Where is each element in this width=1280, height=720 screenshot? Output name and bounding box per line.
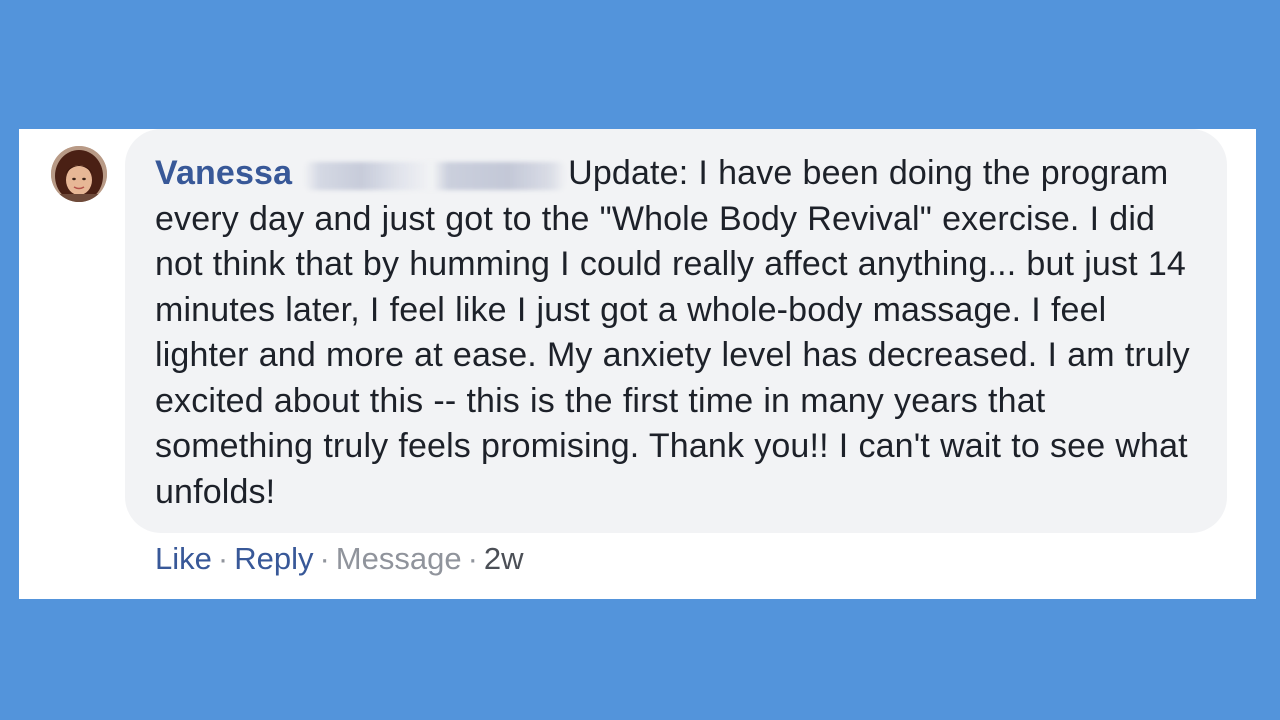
like-button[interactable]: Like <box>155 541 212 576</box>
redacted-surname <box>304 162 567 190</box>
comment-bubble: Vanessa Update: I have been doing the pro… <box>125 129 1227 533</box>
comment-actions: Like · Reply · Message · 2w <box>155 540 524 578</box>
message-button[interactable]: Message <box>336 541 462 576</box>
avatar[interactable] <box>51 146 107 202</box>
separator-dot: · <box>217 541 229 576</box>
profile-photo-icon <box>51 146 107 202</box>
separator-dot: · <box>319 541 330 576</box>
separator-dot: · <box>467 541 478 576</box>
timestamp[interactable]: 2w <box>484 541 524 576</box>
comment-body: Update: I have been doing the program ev… <box>155 154 1190 511</box>
author-name[interactable]: Vanessa <box>155 154 292 192</box>
reply-button[interactable]: Reply <box>234 541 313 576</box>
comment-text: Vanessa Update: I have been doing the pro… <box>155 151 1197 515</box>
